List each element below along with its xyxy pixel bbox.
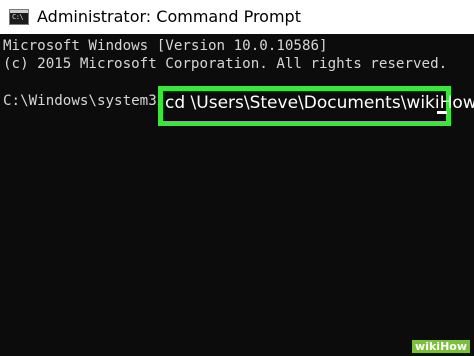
command-prompt-window: C:\ Administrator: Command Prompt Micros… [0,0,474,356]
console-output[interactable]: Microsoft Windows [Version 10.0.10586] (… [0,34,474,356]
cmd-icon[interactable]: C:\ [9,9,29,25]
prompt-path: C:\Windows\system32> [3,93,174,109]
window-title: Administrator: Command Prompt [37,7,301,26]
copyright-line: (c) 2015 Microsoft Corporation. All righ… [3,56,448,72]
cmd-icon-glyph: C:\ [12,13,24,21]
title-bar[interactable]: C:\ Administrator: Command Prompt [0,0,474,34]
wikihow-watermark: wikiHow [412,340,470,353]
text-cursor [437,111,447,114]
version-line: Microsoft Windows [Version 10.0.10586] [3,38,328,54]
command-input[interactable]: cd \Users\Steve\Documents\wikiHow [165,92,474,114]
